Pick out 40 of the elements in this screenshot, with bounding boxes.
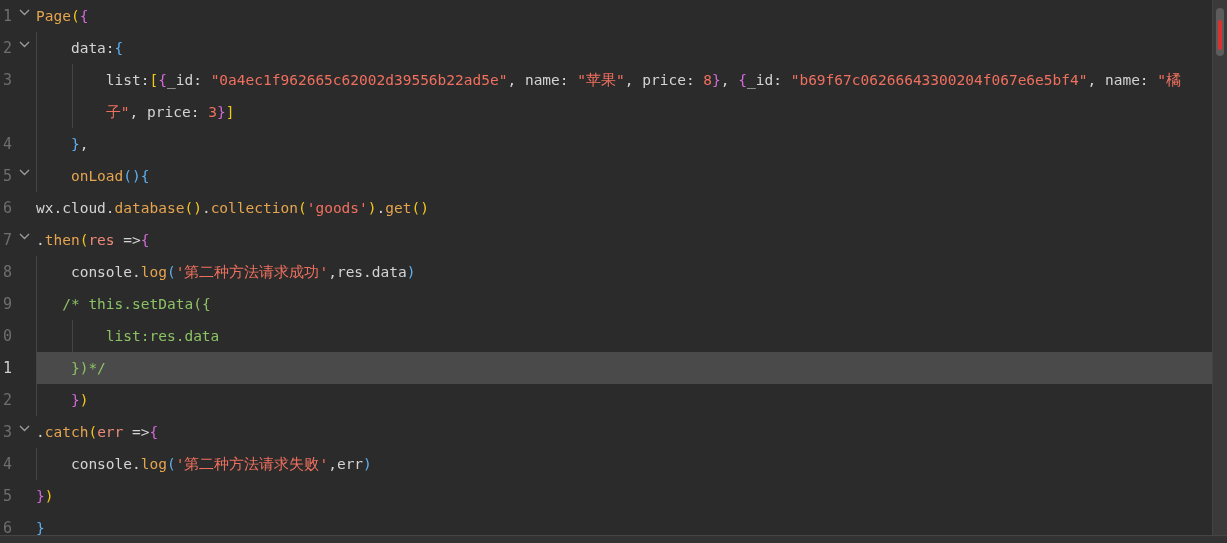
- fold-chevron-icon[interactable]: [18, 9, 30, 16]
- line-number: 9: [2, 294, 12, 315]
- line-number: 1: [2, 6, 12, 27]
- line-number: 6: [2, 518, 12, 535]
- code-line: onLoad(){: [69, 168, 150, 184]
- horizontal-scrollbar[interactable]: [0, 535, 1227, 543]
- code-line: 子", price: 3}]: [104, 104, 235, 120]
- code-line: list:res.data: [104, 328, 220, 344]
- code-line: console.log('第二种方法请求成功',res.data): [69, 264, 416, 280]
- line-number: 0: [2, 326, 12, 347]
- code-line: .catch(err =>{: [36, 424, 159, 440]
- code-line: data:{: [69, 40, 124, 56]
- code-line: }): [36, 488, 54, 504]
- line-number: 8: [2, 262, 12, 283]
- line-number: 5: [2, 486, 12, 507]
- code-line: })*/: [69, 360, 106, 376]
- code-line: /* this.setData({: [61, 296, 211, 312]
- fold-chevron-icon[interactable]: [18, 169, 30, 176]
- fold-chevron-icon[interactable]: [18, 233, 30, 240]
- code-line: Page({: [36, 8, 89, 24]
- line-number: 6: [2, 198, 12, 219]
- line-number: 3: [2, 70, 12, 91]
- line-number: 7: [2, 230, 12, 251]
- scrollbar[interactable]: [1212, 0, 1227, 535]
- code-line: }: [36, 520, 45, 535]
- line-number: 2: [2, 38, 12, 59]
- fold-chevron-icon[interactable]: [18, 425, 30, 432]
- line-number: 5: [2, 166, 12, 187]
- code-line: console.log('第二种方法请求失败',err): [69, 456, 372, 472]
- line-number: 2: [2, 390, 12, 411]
- code-line: list:[{_id: "0a4ec1f962665c62002d39556b22ad5e", name: "苹果", price: 8}, {_id: "b69f67c06266643300204f067e6e5bf4", name: "橘: [104, 72, 1182, 88]
- code-line: }): [69, 392, 89, 408]
- code-line: },: [69, 136, 89, 152]
- line-number: 3: [2, 422, 12, 443]
- line-number: 4: [2, 134, 12, 155]
- code-line: wx.cloud.database().collection('goods').get(): [36, 200, 429, 216]
- fold-chevron-icon[interactable]: [18, 41, 30, 48]
- line-number: 1: [2, 358, 12, 379]
- code-line: .then(res =>{: [36, 232, 150, 248]
- line-number: 4: [2, 454, 12, 475]
